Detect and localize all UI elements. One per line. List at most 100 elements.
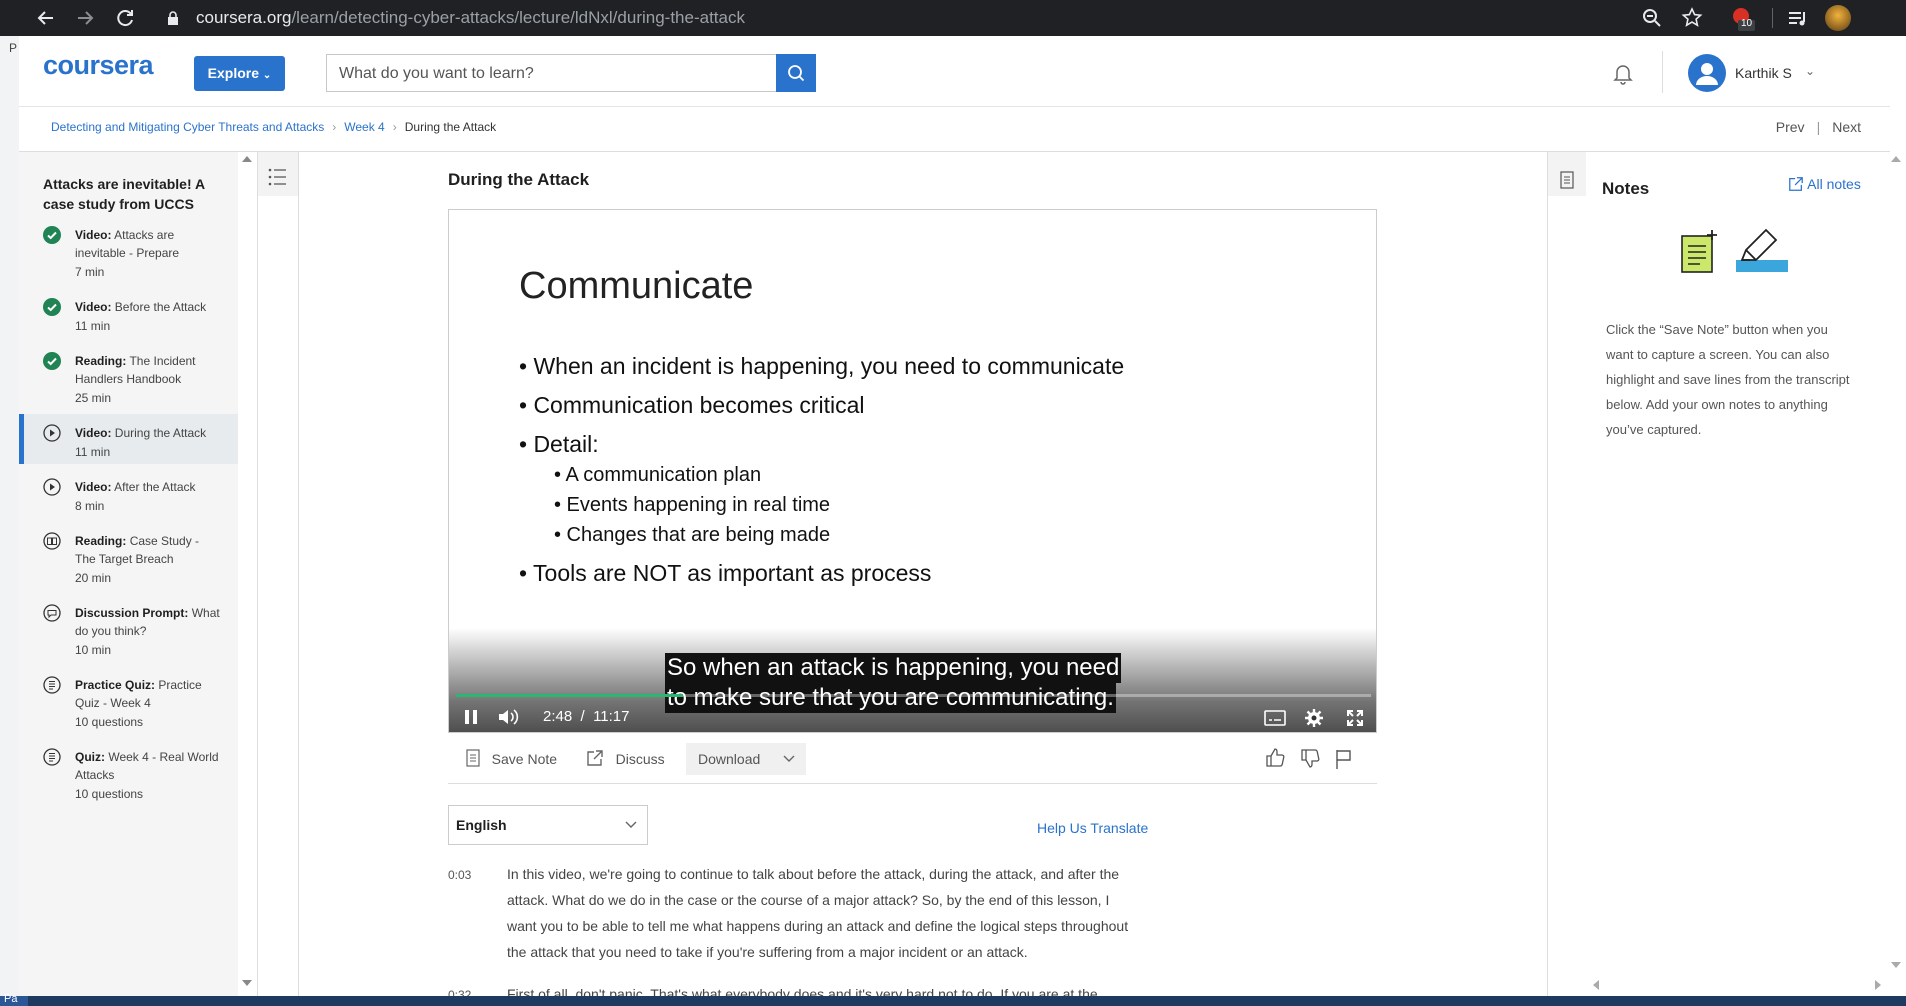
toc-toggle[interactable] [258,152,298,196]
discuss-label: Discuss [615,751,665,767]
item-type: Video: [75,228,112,242]
subtitles-icon[interactable] [1264,710,1286,731]
right-window-strip [1890,36,1906,1000]
transcript-paragraph[interactable]: First of all, don't panic. That's what e… [507,981,1139,996]
sidebar-item-target-breach[interactable]: Reading: Case Study - The Target Breach 2… [19,532,238,594]
breadcrumb-course[interactable]: Detecting and Mitigating Cyber Threats a… [51,120,324,134]
video-progress-bar[interactable] [456,694,1371,697]
coursera-logo[interactable]: coursera [43,50,154,81]
thumbs-up-icon[interactable] [1264,746,1286,773]
item-type: Reading: [75,354,127,368]
lecture-main: During the Attack Communicate • When an … [299,152,1546,996]
item-type: Video: [75,426,112,440]
transcript-language-select[interactable]: English [448,805,648,845]
search-input[interactable] [337,64,761,84]
active-indicator [19,414,24,464]
user-avatar[interactable] [1688,54,1726,92]
scroll-right-arrow-icon[interactable] [1875,980,1881,990]
site-header: coursera Explore ⌄ Karthik S ⌄ [19,36,1890,107]
sidebar-item-discussion[interactable]: Discussion Prompt: What do you think? 10 … [19,604,238,666]
chat-bubble-icon [43,604,61,622]
highlighter-illustration-icon [1736,228,1792,279]
discuss-button[interactable]: Discuss [586,749,665,767]
transcript-paragraph[interactable]: In this video, we're going to continue t… [507,861,1139,965]
explore-button[interactable]: Explore ⌄ [194,56,285,91]
taskbar-item-label: Pa [4,993,18,1005]
user-name[interactable]: Karthik S [1735,65,1792,81]
next-button[interactable]: Next [1832,119,1861,135]
header-divider [1662,51,1663,93]
scroll-up-arrow-icon[interactable] [242,156,252,162]
fullscreen-icon[interactable] [1345,708,1365,732]
bookmark-star-icon[interactable] [1678,4,1706,32]
item-meta: 25 min [75,391,112,405]
chevron-down-icon: ⌄ [262,70,272,81]
all-notes-link[interactable]: All notes [1788,176,1861,192]
sidebar-item-after-attack[interactable]: Video: After the Attack 8 min [19,478,238,540]
scroll-up-arrow-icon[interactable] [1891,156,1901,162]
zoom-icon[interactable] [1638,4,1666,32]
profile-avatar[interactable] [1825,5,1851,31]
notification-bell-icon[interactable] [1611,61,1635,90]
download-dropdown[interactable]: Download [686,743,806,775]
sidebar-item-during-attack[interactable]: Video: During the Attack 11 min [19,414,238,464]
play-circle-icon [43,424,61,442]
sidebar-item-quiz[interactable]: Quiz: Week 4 - Real World Attacks 10 ques… [19,748,238,810]
help-translate-link[interactable]: Help Us Translate [1037,820,1148,836]
breadcrumb-current: During the Attack [404,120,497,134]
prev-button[interactable]: Prev [1776,119,1805,135]
notes-toggle[interactable] [1548,152,1586,196]
list-icon [268,168,286,186]
slide-bullet: • Tools are NOT as important as process [519,560,932,586]
slide-sub-bullet: • A communication plan [554,464,762,486]
chevron-down-icon[interactable]: ⌄ [1805,64,1815,78]
item-type: Video: [75,300,112,314]
save-note-label: Save Note [491,751,558,767]
toc-column [258,152,299,996]
sidebar-item-practice-quiz[interactable]: Practice Quiz: Practice Quiz - Week 4 10 … [19,676,238,738]
slide-sub-bullet: • Changes that are being made [554,524,831,546]
scroll-left-arrow-icon[interactable] [1593,980,1599,990]
item-meta: 11 min [75,445,111,459]
video-player[interactable]: Communicate • When an incident is happen… [448,209,1377,733]
quiz-icon [43,676,61,694]
notes-toggle-column [1547,152,1587,996]
forward-icon[interactable] [71,4,99,32]
settings-gear-icon[interactable] [1304,708,1324,732]
volume-icon[interactable] [498,708,520,731]
caption-line-2: to make sure that you are communicating. [665,683,1116,713]
scroll-down-arrow-icon[interactable] [242,980,252,986]
add-note-illustration-icon [1680,228,1720,279]
extension-badge: 10 [1741,18,1753,29]
sidebar-scrollbar[interactable] [238,152,258,996]
search-box [326,54,778,92]
transcript-timestamp[interactable]: 0:32 [448,988,471,996]
search-button[interactable] [776,54,816,92]
item-type: Discussion Prompt: [75,606,189,620]
save-note-button[interactable]: Save Note [466,749,557,767]
sidebar-item-attacks-inevitable[interactable]: Video: Attacks are inevitable - Prepare 7… [19,226,238,288]
lesson-title: Attacks are inevitable! A case study fro… [43,176,205,212]
thumbs-down-icon[interactable] [1299,748,1321,775]
play-circle-icon [43,478,61,496]
transcript-timestamp[interactable]: 0:03 [448,868,471,882]
time-separator: / [580,708,585,725]
slide-bullet: • Communication becomes critical [519,392,865,418]
extension-icon[interactable]: 10 [1728,4,1756,32]
sidebar-item-before-attack[interactable]: Video: Before the Attack 11 min [19,298,238,360]
pause-icon[interactable] [463,709,479,730]
media-controls-icon[interactable] [1784,4,1812,32]
breadcrumb: Detecting and Mitigating Cyber Threats a… [51,120,496,134]
scroll-down-arrow-icon[interactable] [1891,962,1901,968]
item-meta: 10 questions [75,787,144,801]
taskbar-item[interactable]: Pa [0,993,28,1006]
sidebar-item-handlers-handbook[interactable]: Reading: The Incident Handlers Handbook 2… [19,352,238,414]
back-icon[interactable] [32,4,60,32]
flag-icon[interactable] [1335,748,1353,775]
chrome-divider [1772,8,1773,28]
item-name: During the Attack [114,426,207,440]
item-type: Quiz: [75,750,105,764]
slide-sub-bullet: • Events happening in real time [554,494,831,516]
breadcrumb-week[interactable]: Week 4 [344,120,384,134]
reload-icon[interactable] [111,4,139,32]
